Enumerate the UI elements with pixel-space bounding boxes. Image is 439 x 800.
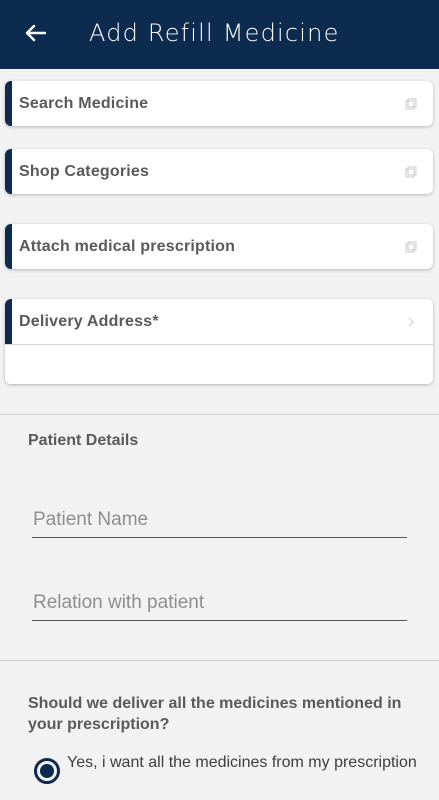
attach-prescription-label: Attach medical prescription [19, 237, 236, 255]
section-divider [0, 660, 439, 661]
search-medicine-row[interactable]: Search Medicine [5, 81, 433, 126]
radio-button[interactable] [34, 758, 60, 784]
relation-placeholder: Relation with patient [33, 592, 205, 613]
radio-selected-dot [40, 764, 54, 778]
relation-field[interactable]: Relation with patient [32, 591, 407, 621]
page-title: Add Refill Medicine [89, 19, 340, 47]
delivery-address-row[interactable]: Delivery Address* [5, 299, 433, 344]
delivery-address-label: Delivery Address* [19, 312, 159, 330]
attach-prescription-card[interactable]: Attach medical prescription [5, 224, 433, 269]
app-bar: Add Refill Medicine [0, 0, 439, 69]
shop-categories-row[interactable]: Shop Categories [5, 149, 433, 194]
patient-details-title: Patient Details [28, 432, 139, 449]
open-icon [405, 166, 417, 177]
shop-categories-card[interactable]: Shop Categories [5, 149, 433, 194]
patient-name-field[interactable]: Patient Name [32, 508, 407, 538]
chevron-right-icon [408, 317, 414, 326]
open-icon [405, 241, 417, 252]
search-medicine-label: Search Medicine [19, 94, 149, 112]
patient-name-placeholder: Patient Name [33, 509, 149, 530]
open-icon [405, 98, 417, 109]
search-medicine-card[interactable]: Search Medicine [5, 81, 433, 126]
section-divider [0, 414, 439, 415]
delivery-address-card[interactable]: Delivery Address* [5, 299, 433, 384]
back-button[interactable] [22, 20, 48, 46]
shop-categories-label: Shop Categories [19, 162, 150, 180]
attach-prescription-row[interactable]: Attach medical prescription [5, 224, 433, 269]
delivery-question: Should we deliver all the medicines ment… [28, 695, 402, 733]
arrow-left-icon [25, 24, 46, 42]
delivery-address-value[interactable] [5, 344, 433, 384]
option-all-medicines[interactable]: Yes, i want all the medicines from my pr… [34, 752, 424, 784]
option-all-medicines-label: Yes, i want all the medicines from my pr… [67, 754, 417, 771]
